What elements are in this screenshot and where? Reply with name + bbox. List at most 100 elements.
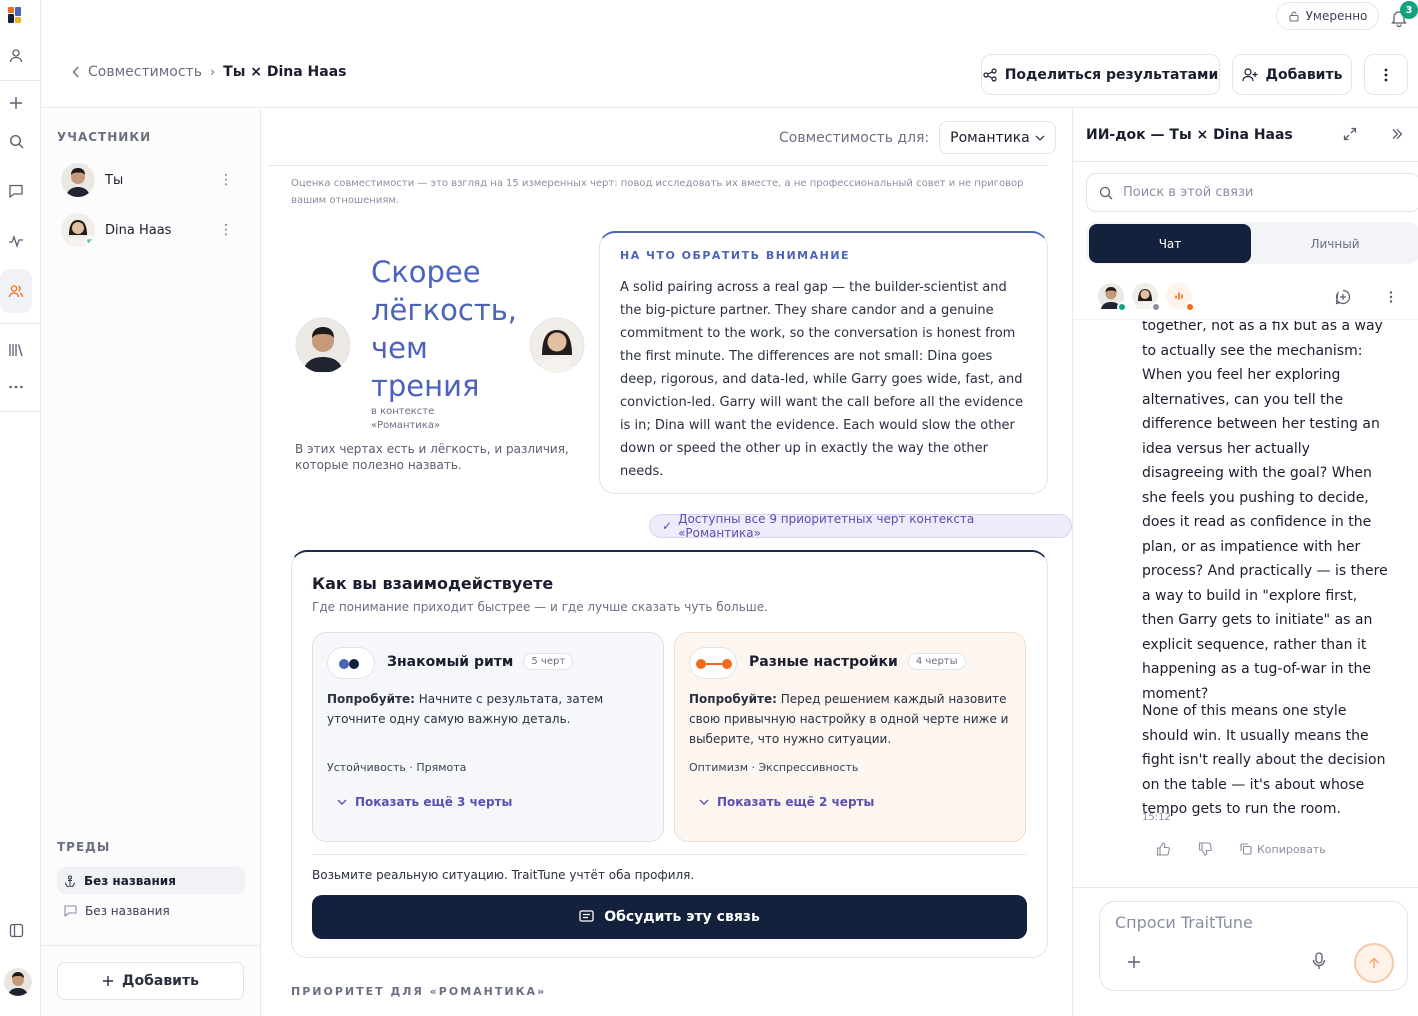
thread-label: Без названия [85,903,170,918]
show-more-traits-button[interactable]: Показать ещё 3 черты [337,795,512,809]
activity-icon[interactable] [0,225,32,257]
card-title: Знакомый ритм [387,653,514,670]
ai-tabs: Чат Личный [1086,222,1418,264]
plus-icon[interactable] [0,87,32,119]
hero-context: в контексте «Романтика» [371,406,441,431]
plus-icon [102,975,114,987]
participants-panel: УЧАСТНИКИ Ты ⋮ Dina Haas ⋮ ТРЕДЫ Без наз… [41,109,261,1016]
participant-item-you[interactable]: Ты ⋮ [61,160,241,200]
arrow-up-icon [1368,957,1380,969]
copy-button[interactable]: Копировать [1240,843,1326,856]
participant-item-dina[interactable]: Dina Haas ⋮ [61,210,241,250]
settings-icon [689,647,737,679]
search-placeholder: Поиск в этой связи [1123,185,1254,200]
card-traits: Оптимизм · Экспрессивность [689,761,859,774]
attention-card: НА ЧТО ОБРАТИТЬ ВНИМАНИЕ A solid pairing… [599,231,1048,494]
participants-heading: УЧАСТНИКИ [57,130,152,144]
familiar-rhythm-card: Знакомый ритм 5 черт Попробуйте: Начните… [312,632,664,842]
compat-context: Совместимость для: Романтика [779,121,1057,154]
tab-personal[interactable]: Личный [1254,224,1416,263]
more-vertical-icon[interactable]: ⋮ [219,172,233,188]
profile-icon[interactable] [0,40,32,72]
thumbs-up-icon[interactable] [1156,842,1170,856]
connection-search-input[interactable]: Поиск в этой связи [1086,173,1418,212]
threads-heading: ТРЕДЫ [57,840,111,854]
priority-heading: ПРИОРИТЕТ ДЛЯ «РОМАНТИКА» [291,985,547,998]
trait-count-badge: 5 черт [523,653,574,670]
privacy-mode-label: Умеренно [1305,9,1368,23]
assistant-message: None of this means one style should win.… [1142,703,1386,817]
add-person-label: Добавить [1265,66,1343,83]
thread-label: Без названия [84,873,176,888]
breadcrumb-parent-label: Совместимость [88,64,202,80]
show-more-label: Показать ещё 2 черты [717,795,875,809]
breadcrumb-current: Ты × Dina Haas [223,64,347,80]
thumbs-down-icon[interactable] [1198,842,1212,856]
more-vertical-icon [1384,68,1388,82]
copy-label: Копировать [1257,842,1326,856]
chat-icon[interactable] [0,175,32,207]
avatar [529,317,585,373]
show-more-traits-button[interactable]: Показать ещё 2 черты [699,795,874,809]
tab-chat[interactable]: Чат [1089,224,1251,263]
hero-subtitle: В этих чертах есть и лёгкость, и различи… [295,442,569,472]
app-logo[interactable] [8,7,24,23]
new-chat-icon[interactable] [1335,289,1351,305]
thread-item[interactable]: Без названия [57,867,245,894]
ai-assistant-icon [1166,283,1195,312]
disclaimer-text: Оценка совместимости — это взгляд на 15 … [291,178,1024,206]
summary-hero: Скорее лёгкость, чем трения в контексте … [291,229,585,489]
search-icon[interactable] [0,125,32,157]
notifications-button[interactable]: 3 [1390,1,1418,30]
microphone-icon[interactable] [1312,952,1326,970]
try-label: Попробуйте: [689,692,777,706]
add-person-button[interactable]: Добавить [1232,54,1352,95]
more-vertical-icon[interactable]: ⋮ [219,222,233,238]
different-settings-card: Разные настройки 4 черты Попробуйте: Пер… [674,632,1026,842]
chat-messages: together, not as a fix but as a way to a… [1073,321,1418,886]
real-situation-text: Возьмите реальную ситуацию. TraitTune уч… [312,868,695,882]
privacy-mode-button[interactable]: Умеренно [1276,2,1379,30]
discuss-label: Обсудить эту связь [604,909,760,925]
check-icon: ✓ [662,519,673,533]
chat-participants [1098,283,1195,312]
copy-icon [1240,843,1252,855]
card-title: Разные настройки [749,653,898,670]
trait-count-badge: 4 черты [907,653,966,670]
breadcrumb-parent-link[interactable]: Совместимость [72,64,202,80]
library-icon[interactable] [0,334,32,366]
hero-title: Скорее лёгкость, чем трения [371,255,518,403]
collapse-panel-icon[interactable] [1391,128,1403,140]
avatar [1098,283,1127,312]
try-label: Попробуйте: [327,692,415,706]
sidebar-toggle-icon[interactable] [0,914,32,946]
attention-text: A solid pairing across a real gap — the … [620,280,1024,479]
chat-composer[interactable]: Спроси TraitTune [1099,901,1408,991]
send-button[interactable] [1354,943,1394,983]
participant-name: Dina Haas [105,222,172,238]
notification-badge: 3 [1400,1,1418,19]
lock-icon [1288,10,1300,22]
share-results-button[interactable]: Поделиться результатами [981,54,1220,95]
expand-icon[interactable] [1343,127,1357,141]
avatar [1132,283,1161,312]
compatibility-nav-icon[interactable] [0,269,32,313]
available-traits-badge: ✓ Доступны все 9 приоритетных черт конте… [649,512,1072,540]
assistant-message: together, not as a fix but as a way to a… [1142,321,1388,702]
available-traits-label: Доступны все 9 приоритетных черт контекс… [678,512,975,540]
share-icon [983,67,997,82]
card-traits: Устойчивость · Прямота [327,761,467,774]
message-actions: Копировать [1156,842,1326,856]
user-avatar[interactable] [4,968,32,996]
interaction-title: Как вы взаимодействуете [312,574,554,593]
rhythm-icon [327,647,375,679]
thread-item[interactable]: Без названия [57,897,245,924]
more-icon[interactable] [0,371,32,403]
attach-plus-icon[interactable] [1127,955,1141,969]
header-more-button[interactable] [1364,54,1408,95]
chevron-down-icon [337,799,347,805]
context-select[interactable]: Романтика [939,121,1057,154]
more-vertical-icon[interactable] [1389,291,1393,303]
add-thread-button[interactable]: Добавить [57,962,244,1000]
discuss-connection-button[interactable]: Обсудить эту связь [312,895,1027,939]
